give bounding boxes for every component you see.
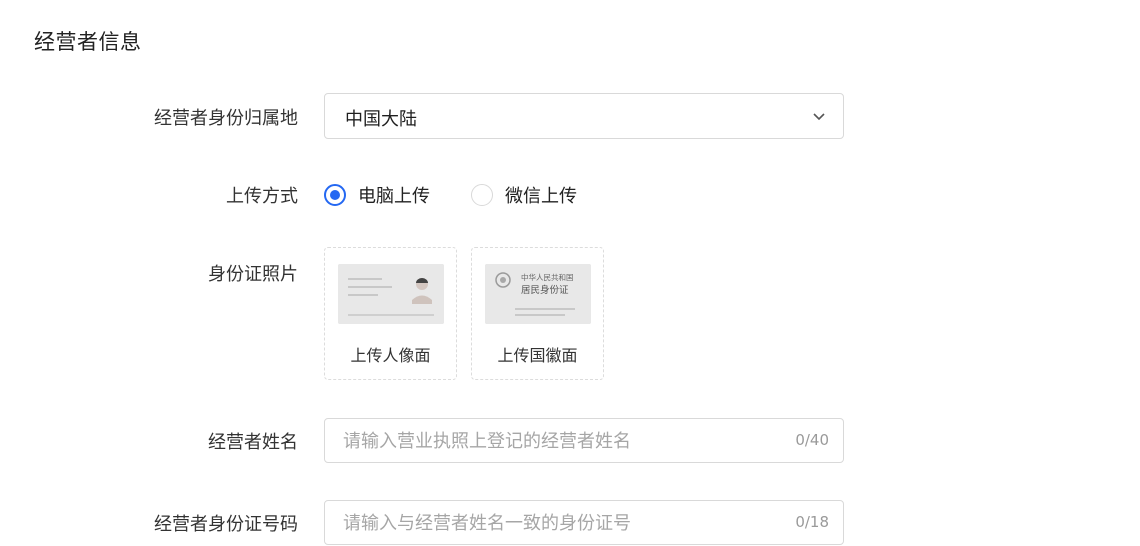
name-input[interactable]	[341, 419, 775, 464]
section-title: 经营者信息	[34, 30, 142, 54]
name-label: 经营者姓名	[208, 432, 298, 453]
id-number-input[interactable]	[341, 501, 775, 546]
upload-front-caption: 上传人像面	[350, 346, 431, 365]
radio-pc-upload-label: 电脑上传	[358, 186, 430, 207]
radio-wechat-upload[interactable]: 微信上传	[471, 182, 577, 208]
radio-unselected-icon	[471, 184, 493, 206]
radio-pc-upload[interactable]: 电脑上传	[324, 182, 430, 208]
name-field[interactable]: 0/40	[324, 418, 844, 464]
id-number-label: 经营者身份证号码	[154, 514, 298, 535]
id-number-field[interactable]: 0/18	[324, 500, 844, 546]
id-card-front-icon	[338, 264, 444, 324]
region-label: 经营者身份归属地	[154, 108, 298, 129]
radio-wechat-upload-label: 微信上传	[505, 186, 577, 207]
region-select[interactable]: 中国大陆	[324, 93, 844, 139]
chevron-down-icon	[813, 113, 825, 121]
id-card-back-icon: 中华人民共和国 居民身份证	[485, 264, 591, 324]
upload-front-button[interactable]: 上传人像面	[324, 247, 457, 380]
upload-method-label: 上传方式	[226, 186, 298, 207]
id-number-counter: 0/18	[795, 513, 829, 531]
radio-selected-icon	[324, 184, 346, 206]
upload-back-button[interactable]: 中华人民共和国 居民身份证 上传国徽面	[471, 247, 604, 380]
upload-back-caption: 上传国徽面	[497, 346, 578, 365]
card-line2: 居民身份证	[521, 284, 569, 296]
region-select-value: 中国大陆	[345, 109, 417, 130]
name-counter: 0/40	[795, 431, 829, 449]
card-line1: 中华人民共和国	[521, 272, 574, 282]
id-photo-label: 身份证照片	[208, 264, 298, 285]
